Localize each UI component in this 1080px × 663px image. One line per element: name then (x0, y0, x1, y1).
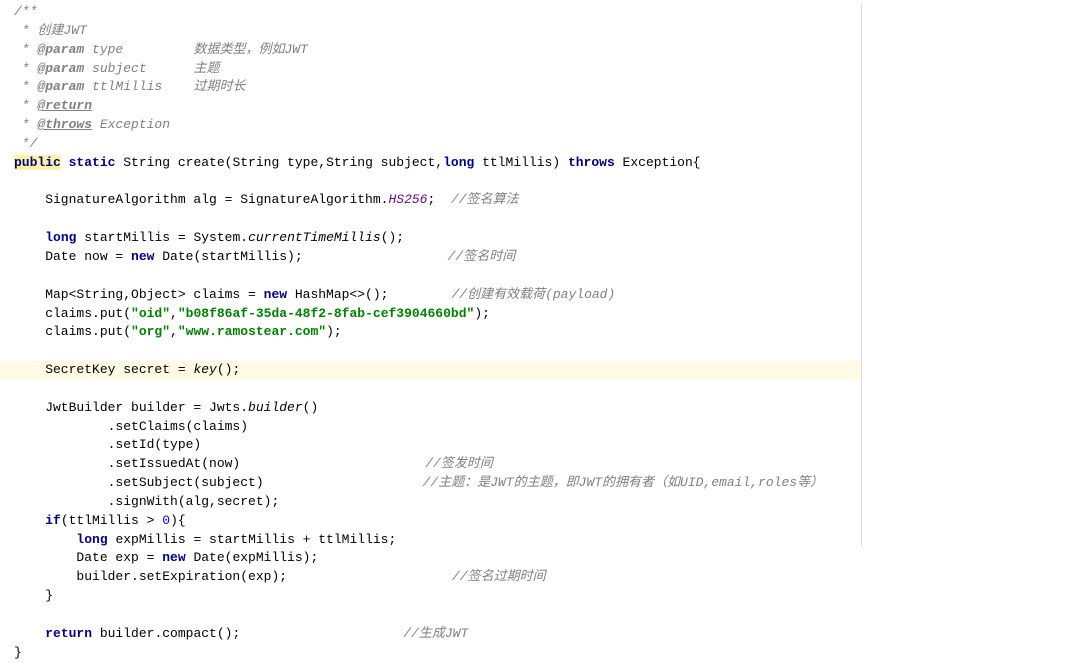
blank-line (0, 210, 861, 229)
alg-line: SignatureAlgorithm alg = SignatureAlgori… (0, 191, 861, 210)
secret-key-line: SecretKey secret = key(); (0, 361, 861, 380)
start-millis-line: long startMillis = System.currentTimeMil… (0, 229, 861, 248)
claims-put-oid: claims.put("oid","b08f86af-35da-48f2-8fa… (0, 305, 861, 324)
close-if-line: } (0, 587, 861, 606)
blank-line (0, 342, 861, 361)
javadoc-line-desc: * 创建JWT (0, 22, 861, 41)
return-line: return builder.compact();//生成JWT (0, 625, 861, 644)
javadoc-param-ttl: * @param ttlMillis 过期时长 (0, 78, 861, 97)
sign-with-line: .signWith(alg,secret); (0, 493, 861, 512)
blank-line (0, 173, 861, 192)
javadoc-return: * @return (0, 97, 861, 116)
set-id-line: .setId(type) (0, 436, 861, 455)
close-method-line: } (0, 644, 861, 663)
javadoc-open: /** (0, 3, 861, 22)
javadoc-throws: * @throws Exception (0, 116, 861, 135)
date-now-line: Date now = new Date(startMillis);//签名时间 (0, 248, 861, 267)
exp-date-line: Date exp = new Date(expMillis); (0, 549, 861, 568)
jwt-builder-line: JwtBuilder builder = Jwts.builder() (0, 399, 861, 418)
set-expiration-line: builder.setExpiration(exp);//签名过期时间 (0, 568, 861, 587)
blank-line (0, 606, 861, 625)
set-subject-line: .setSubject(subject)//主题：是JWT的主题，即JWT的拥有… (0, 474, 861, 493)
method-signature: public static String create(String type,… (0, 154, 861, 173)
javadoc-param-type: * @param type 数据类型，例如JWT (0, 41, 861, 60)
if-line: if(ttlMillis > 0){ (0, 512, 861, 531)
claims-put-org: claims.put("org","www.ramostear.com"); (0, 323, 861, 342)
blank-line (0, 380, 861, 399)
map-claims-line: Map<String,Object> claims = new HashMap<… (0, 286, 861, 305)
javadoc-close: */ (0, 135, 861, 154)
set-claims-line: .setClaims(claims) (0, 418, 861, 437)
javadoc-param-subject: * @param subject 主题 (0, 60, 861, 79)
code-editor[interactable]: /** * 创建JWT * @param type 数据类型，例如JWT * @… (0, 3, 862, 546)
set-issued-at-line: .setIssuedAt(now)//签发时间 (0, 455, 861, 474)
exp-millis-line: long expMillis = startMillis + ttlMillis… (0, 531, 861, 550)
blank-line (0, 267, 861, 286)
